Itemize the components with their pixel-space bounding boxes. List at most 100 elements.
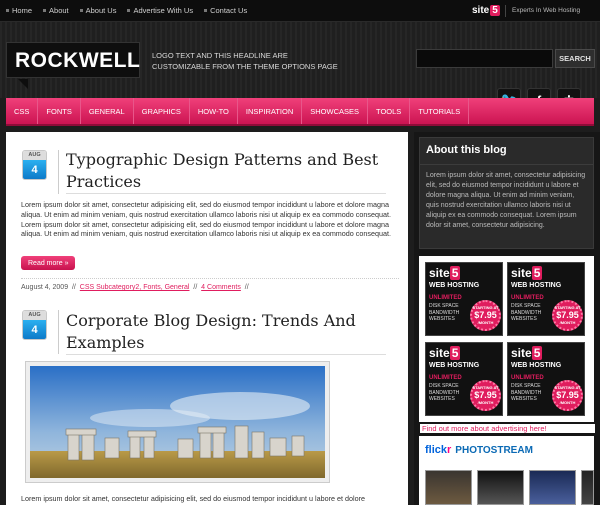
ad-brand-text: site	[511, 266, 532, 280]
meta-separator: //	[71, 284, 76, 291]
tagline-line-1: LOGO TEXT AND THIS HEADLINE ARE	[152, 51, 288, 60]
header: ROCKWELL LOGO TEXT AND THIS HEADLINE ARE…	[0, 22, 600, 98]
ad-web-hosting: WEB HOSTING	[429, 362, 480, 369]
price-badge: STARTING AT $7.95/MONTH	[470, 300, 501, 331]
nav-item-fonts[interactable]: FONTS	[38, 98, 81, 124]
post-title-line: Typographic Design Patterns and Best	[66, 150, 379, 169]
ad-unlimited: UNLIMITED	[511, 375, 544, 381]
site5-ad[interactable]: site 5 WEB HOSTING UNLIMITED DISK SPACE B…	[507, 262, 585, 336]
ad-web-hosting: WEB HOSTING	[511, 282, 562, 289]
badge-month: /MONTH	[477, 320, 494, 325]
site5-ad[interactable]: site 5 WEB HOSTING UNLIMITED DISK SPACE B…	[425, 342, 503, 416]
badge-month: /MONTH	[559, 400, 576, 405]
divider	[58, 310, 59, 354]
nav-item-css[interactable]: CSS	[6, 98, 39, 124]
ad-brand: site 5	[429, 266, 461, 280]
flickr-thumb[interactable]	[477, 470, 524, 505]
post-comments-link[interactable]: 4 Comments	[201, 284, 241, 291]
top-nav-advertise[interactable]: Advertise With Us	[127, 6, 193, 15]
post-image[interactable]	[26, 362, 329, 482]
post-title[interactable]: Corporate Blog Design: Trends And Exampl…	[66, 310, 386, 355]
nav-item-tutorials[interactable]: TUTORIALS	[410, 98, 470, 124]
ad-brand: site 5	[511, 346, 543, 360]
date-month: AUG	[23, 311, 46, 320]
site5-ad[interactable]: site 5 WEB HOSTING UNLIMITED DISK SPACE B…	[507, 342, 585, 416]
tagline-line-2: CUSTOMIZABLE FROM THE THEME OPTIONS PAGE	[152, 62, 338, 71]
post-title-line: Examples	[66, 333, 145, 352]
ad-features: DISK SPACE BANDWIDTH WEBSITES	[511, 303, 542, 322]
bullet-icon	[43, 9, 47, 12]
date-badge: AUG 4	[22, 150, 47, 180]
flickr-title: flickr PHOTOSTREAM	[425, 444, 533, 456]
flickr-thumb[interactable]	[581, 470, 594, 505]
site5-logo-number: 5	[490, 5, 500, 16]
ad-brand-number: 5	[531, 266, 543, 280]
top-nav-about-us[interactable]: About Us	[79, 6, 116, 15]
top-bar: Home About About Us Advertise With Us Co…	[0, 0, 600, 22]
top-nav: Home About About Us Advertise With Us Co…	[6, 6, 247, 15]
site5-logo[interactable]: site 5	[472, 5, 500, 16]
post-title-line: Corporate Blog Design: Trends And	[66, 311, 356, 330]
site-logo[interactable]: ROCKWELL	[6, 42, 140, 78]
ad-brand: site 5	[429, 346, 461, 360]
ad-brand-text: site	[511, 346, 532, 360]
nav-item-how-to[interactable]: HOW-TO	[190, 98, 238, 124]
main-content: AUG 4 Typographic Design Patterns and Be…	[6, 132, 408, 505]
flickr-thumb[interactable]	[529, 470, 576, 505]
top-nav-label: About	[49, 6, 69, 15]
site5-ad[interactable]: site 5 WEB HOSTING UNLIMITED DISK SPACE B…	[425, 262, 503, 336]
nav-item-tools[interactable]: TOOLS	[368, 98, 411, 124]
logo-tail	[18, 79, 28, 89]
host-tagline: Experts In Web Hosting	[512, 7, 581, 14]
date-day: 4	[23, 160, 46, 179]
badge-month: /MONTH	[477, 400, 494, 405]
price-badge: STARTING AT $7.95/MONTH	[552, 380, 583, 411]
ad-unlimited: UNLIMITED	[429, 295, 462, 301]
top-nav-label: Contact Us	[210, 6, 248, 15]
meta-separator: //	[193, 284, 198, 291]
about-text: Lorem ipsum dolor sit amet, consectetur …	[426, 172, 586, 229]
search-input[interactable]	[416, 49, 553, 68]
photostream-label: PHOTOSTREAM	[455, 445, 533, 456]
ad-brand-number: 5	[449, 346, 461, 360]
top-nav-about[interactable]: About	[43, 6, 69, 15]
nav-item-showcases[interactable]: SHOWCASES	[302, 98, 369, 124]
meta-separator: //	[244, 284, 249, 291]
advertise-link[interactable]: Find out more about advertising here!	[420, 424, 595, 433]
ad-web-hosting: WEB HOSTING	[429, 282, 480, 289]
post-title-line: Practices	[66, 172, 142, 191]
ad-unlimited: UNLIMITED	[511, 295, 544, 301]
post-categories[interactable]: CSS Subcategory2, Fonts, General	[80, 284, 190, 291]
stone-monument-photo	[30, 366, 325, 478]
price-badge: STARTING AT $7.95/MONTH	[552, 300, 583, 331]
nav-item-inspiration[interactable]: INSPIRATION	[238, 98, 303, 124]
ad-web-hosting: WEB HOSTING	[511, 362, 562, 369]
flickr-thumb[interactable]	[425, 470, 472, 505]
divider	[505, 5, 506, 17]
top-nav-home[interactable]: Home	[6, 6, 32, 15]
bullet-icon	[6, 9, 9, 12]
badge-month: /MONTH	[559, 320, 576, 325]
price-badge: STARTING AT $7.95/MONTH	[470, 380, 501, 411]
ad-unlimited: UNLIMITED	[429, 375, 462, 381]
badge-price: $7.95	[474, 310, 497, 320]
logo-text: ROCKWELL	[15, 49, 141, 72]
search-button[interactable]: SEARCH	[555, 49, 595, 68]
read-more-button[interactable]: Read more »	[21, 256, 76, 270]
nav-item-general[interactable]: GENERAL	[81, 98, 134, 124]
post-meta: August 4, 2009 // CSS Subcategory2, Font…	[21, 278, 399, 291]
flickr-widget: flickr PHOTOSTREAM	[419, 436, 594, 505]
ad-brand: site 5	[511, 266, 543, 280]
date-day: 4	[23, 320, 46, 339]
bullet-icon	[79, 9, 83, 12]
ad-features: DISK SPACE BANDWIDTH WEBSITES	[429, 383, 460, 402]
bullet-icon	[204, 9, 208, 12]
post-title[interactable]: Typographic Design Patterns and Best Pra…	[66, 149, 386, 194]
top-nav-contact[interactable]: Contact Us	[204, 6, 247, 15]
top-nav-label: Advertise With Us	[133, 6, 194, 15]
sidebar: About this blog Lorem ipsum dolor sit am…	[414, 132, 600, 505]
main-nav: CSS FONTS GENERAL GRAPHICS HOW-TO INSPIR…	[6, 98, 594, 126]
post-excerpt: Lorem ipsum dolor sit amet, consectetur …	[21, 494, 365, 503]
ad-brand-number: 5	[449, 266, 461, 280]
nav-item-graphics[interactable]: GRAPHICS	[134, 98, 190, 124]
